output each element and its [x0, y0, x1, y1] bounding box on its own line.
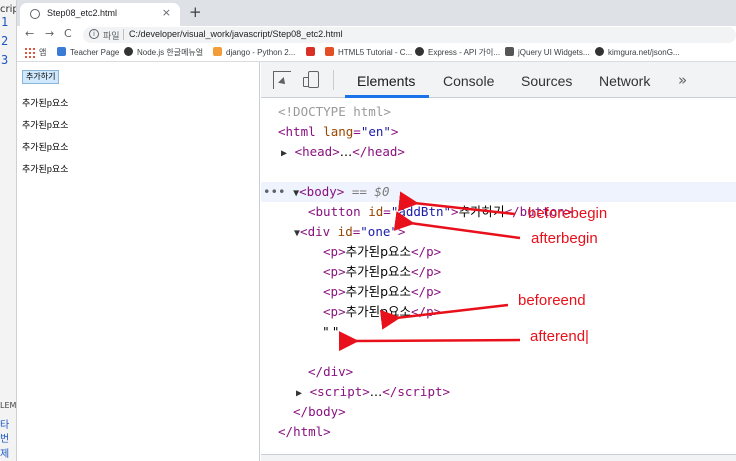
- tab-elements[interactable]: Elements: [357, 73, 415, 89]
- html-close-node[interactable]: </html>: [278, 422, 331, 442]
- p-node[interactable]: <p>추가된p요소</p>: [323, 242, 441, 262]
- forward-icon[interactable]: →: [45, 27, 54, 40]
- apps-grid-icon[interactable]: [25, 48, 35, 58]
- html-node[interactable]: <html lang="en">: [278, 122, 398, 142]
- button-node[interactable]: <button id="addBtn">추가하기</button>: [308, 202, 572, 222]
- line-number: 3: [1, 53, 9, 67]
- address-separator: [123, 29, 124, 40]
- p-node[interactable]: <p>추가된p요소</p>: [323, 282, 441, 302]
- toolbar-divider: [333, 70, 334, 90]
- bookmark-kimgura[interactable]: kimgura.net/jsonG...: [595, 47, 680, 57]
- devtools-toolbar: Elements Console Sources Network »: [261, 62, 736, 98]
- devtools-bottom-panel: [261, 454, 736, 461]
- bookmark-jquery-ui[interactable]: jQuery UI Widgets...: [505, 47, 590, 57]
- bookmark-apps[interactable]: 앱: [39, 47, 46, 58]
- line-number: 1: [1, 15, 9, 29]
- tab-console[interactable]: Console: [443, 73, 494, 89]
- added-paragraph: 추가된p요소: [22, 120, 69, 130]
- more-actions-icon[interactable]: •••: [263, 184, 286, 199]
- bookmark-icon: [306, 47, 315, 56]
- whitespace-text-node[interactable]: " ": [323, 322, 338, 342]
- bookmark-icon: [505, 47, 514, 56]
- device-toolbar-icon[interactable]: [303, 71, 321, 89]
- bookmarks-bar: 앱 Teacher Page Node.js 한글메뉴얼 django - Py…: [17, 44, 736, 62]
- page-viewport: 추가하기 추가된p요소 추가된p요소 추가된p요소 추가된p요소: [17, 62, 260, 461]
- bookmark-unnamed[interactable]: [306, 47, 319, 57]
- dom-tree: <!DOCTYPE html> <html lang="en"> ▶ <head…: [261, 98, 736, 461]
- script-fragment: cript: [0, 4, 16, 15]
- browser-tab[interactable]: Step08_etc2.html ×: [20, 3, 180, 26]
- bookmark-icon: [124, 47, 133, 56]
- body-node[interactable]: ••• ▼<body> == $0: [263, 182, 389, 202]
- more-tabs-icon[interactable]: »: [678, 71, 687, 89]
- elems-fragment: LEMS: [0, 401, 17, 410]
- bookmark-django[interactable]: django - Python 2...: [213, 47, 295, 57]
- bookmark-icon: [595, 47, 604, 56]
- bookmark-icon: [213, 47, 222, 56]
- new-tab-button[interactable]: +: [189, 3, 202, 21]
- added-paragraph: 추가된p요소: [22, 142, 69, 152]
- doctype-node[interactable]: <!DOCTYPE html>: [278, 102, 391, 122]
- bookmark-nodejs[interactable]: Node.js 한글메뉴얼: [124, 47, 203, 58]
- body-close-node[interactable]: </body>: [293, 402, 346, 422]
- close-tab-icon[interactable]: ×: [162, 6, 171, 19]
- globe-icon: [30, 9, 40, 19]
- added-paragraph: 추가된p요소: [22, 164, 69, 174]
- head-node[interactable]: ▶ <head>…</head>: [281, 142, 405, 162]
- browser-tab-bar: Step08_etc2.html × +: [17, 0, 736, 26]
- p-node[interactable]: <p>추가된p요소</p>: [323, 302, 441, 322]
- korean-fragment: 타: [0, 420, 10, 431]
- expand-triangle-icon[interactable]: ▶: [281, 148, 287, 159]
- p-node[interactable]: <p>추가된p요소</p>: [323, 262, 441, 282]
- info-icon[interactable]: i: [89, 29, 99, 39]
- line-number: 2: [1, 34, 9, 48]
- reload-icon[interactable]: C: [64, 27, 72, 40]
- korean-fragment: 번 제: [0, 434, 10, 460]
- add-button[interactable]: 추가하기: [22, 70, 60, 84]
- scheme-label: 파일: [103, 31, 120, 41]
- added-paragraph: 추가된p요소: [22, 98, 69, 108]
- bookmark-icon: [415, 47, 424, 56]
- back-icon[interactable]: ←: [25, 27, 34, 40]
- tab-network[interactable]: Network: [599, 73, 650, 89]
- bookmark-teacher-page[interactable]: Teacher Page: [57, 47, 119, 57]
- bookmark-icon: [57, 47, 66, 56]
- expand-triangle-icon[interactable]: ▶: [296, 388, 302, 399]
- tab-title: Step08_etc2.html: [47, 8, 118, 18]
- bookmark-express[interactable]: Express - API 가이...: [415, 47, 500, 58]
- address-toolbar: ← → C i 파일 C:/developer/visual_work/java…: [17, 26, 736, 44]
- bookmark-icon: [325, 47, 334, 56]
- tab-sources[interactable]: Sources: [521, 73, 572, 89]
- url-text[interactable]: C:/developer/visual_work/javascript/Step…: [129, 29, 343, 39]
- bookmark-html5-tutorial[interactable]: HTML5 Tutorial - C...: [325, 47, 412, 57]
- devtools-panel: Elements Console Sources Network » <!DOC…: [261, 62, 736, 461]
- div-node[interactable]: ▼<div id="one">: [294, 222, 405, 242]
- script-node[interactable]: ▶ <script>…</script>: [296, 382, 450, 402]
- div-close-node[interactable]: </div>: [308, 362, 353, 382]
- inspect-element-icon[interactable]: [273, 71, 291, 89]
- left-editor-strip: cript 1 2 3 LEMS 타 번 제: [0, 0, 17, 461]
- address-bar[interactable]: i 파일 C:/developer/visual_work/javascript…: [83, 27, 736, 43]
